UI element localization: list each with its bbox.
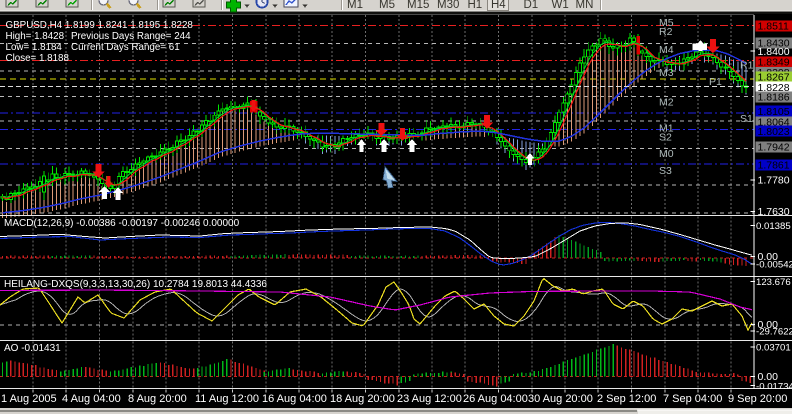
svg-text:M2: M2 — [659, 97, 674, 109]
svg-text:26 Aug 04:00: 26 Aug 04:00 — [463, 393, 528, 405]
svg-text:M30: M30 — [437, 0, 459, 11]
svg-text:GBPUSD,H4 1.8199 1.8241 1.819: GBPUSD,H4 1.8199 1.8241 1.8195 1.8228 — [6, 20, 194, 31]
svg-text:8 Aug 20:00: 8 Aug 20:00 — [128, 393, 187, 405]
svg-text:M5: M5 — [379, 0, 395, 11]
svg-text:123.676: 123.676 — [756, 277, 791, 288]
svg-text:9 Sep 20:00: 9 Sep 20:00 — [728, 393, 787, 405]
svg-text:30 Aug 20:00: 30 Aug 20:00 — [528, 393, 593, 405]
svg-text:S2: S2 — [659, 132, 672, 144]
svg-text:S3: S3 — [659, 165, 672, 177]
svg-text:1.7780: 1.7780 — [758, 175, 790, 187]
svg-text:R2: R2 — [659, 26, 673, 38]
svg-text:0.03701: 0.03701 — [756, 343, 791, 354]
svg-text:M3: M3 — [659, 67, 674, 79]
svg-text:H1: H1 — [468, 0, 483, 11]
svg-text:2 Sep 12:00: 2 Sep 12:00 — [597, 393, 656, 405]
svg-text:1.8186: 1.8186 — [758, 92, 790, 104]
svg-text:1.7861: 1.7861 — [758, 160, 790, 172]
svg-text:M15: M15 — [407, 0, 429, 11]
svg-text:4 Aug 04:00: 4 Aug 04:00 — [62, 393, 121, 405]
svg-text:-0.00542: -0.00542 — [756, 260, 792, 271]
svg-text:7 Sep 04:00: 7 Sep 04:00 — [663, 393, 722, 405]
svg-text:23 Aug 12:00: 23 Aug 12:00 — [397, 393, 462, 405]
svg-text:M1: M1 — [347, 0, 363, 11]
svg-text:MACD(12,26,9) -0.00386 -0.0019: MACD(12,26,9) -0.00386 -0.00197 -0.00246… — [4, 218, 240, 229]
svg-text:R1: R1 — [740, 60, 754, 72]
svg-text:1.7942: 1.7942 — [758, 142, 790, 154]
svg-text:0.01385: 0.01385 — [756, 221, 791, 232]
svg-text:M0: M0 — [659, 148, 674, 160]
svg-text:-29.7622: -29.7622 — [756, 327, 792, 338]
svg-text:16 Aug 04:00: 16 Aug 04:00 — [262, 393, 327, 405]
svg-text:11 Aug 12:00: 11 Aug 12:00 — [195, 393, 259, 405]
svg-text:Current Days Range= 61: Current Days Range= 61 — [71, 42, 180, 53]
svg-text:S1: S1 — [740, 113, 753, 125]
svg-text:1 Aug 2005: 1 Aug 2005 — [1, 393, 57, 405]
svg-text:HEILANG-DXQS(9,3,3,13,30,26) 1: HEILANG-DXQS(9,3,3,13,30,26) 10.2784 19.… — [4, 279, 267, 290]
svg-text:1.8023: 1.8023 — [758, 126, 790, 138]
svg-text:18 Aug 20:00: 18 Aug 20:00 — [330, 393, 395, 405]
svg-text:H4: H4 — [491, 0, 506, 11]
svg-text:1.7630: 1.7630 — [758, 206, 790, 218]
svg-text:Low= 1.8184: Low= 1.8184 — [6, 42, 63, 53]
svg-text:1.8511: 1.8511 — [758, 20, 789, 32]
svg-text:Previous Days Range= 244: Previous Days Range= 244 — [71, 31, 191, 42]
svg-text:AO -0.01431: AO -0.01431 — [4, 343, 61, 354]
svg-text:Close= 1.8188: Close= 1.8188 — [6, 53, 70, 64]
svg-text:D1: D1 — [524, 0, 539, 11]
svg-text:M4: M4 — [659, 44, 674, 56]
svg-text:W1: W1 — [552, 0, 569, 11]
svg-text:High= 1.8428: High= 1.8428 — [6, 31, 65, 42]
svg-text:MN: MN — [576, 0, 594, 11]
svg-text:P1: P1 — [709, 76, 722, 88]
